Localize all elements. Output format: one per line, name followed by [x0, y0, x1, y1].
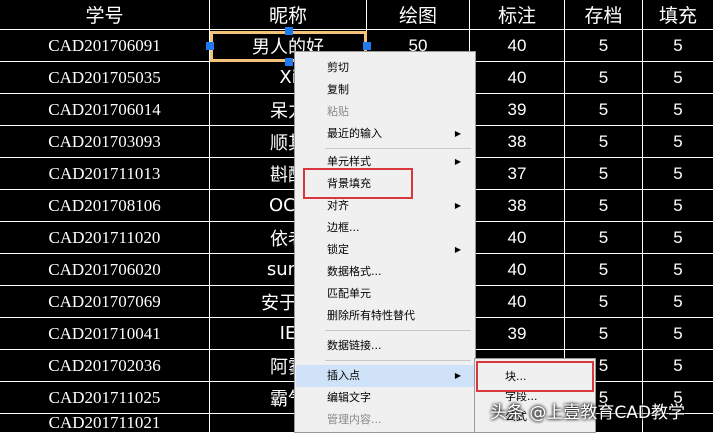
cell-fill[interactable]: 5 [643, 350, 714, 382]
cell-student-id[interactable]: CAD201706091 [0, 30, 210, 62]
menu-item[interactable]: 数据链接... [327, 336, 467, 356]
submenu-arrow-icon: ▶ [454, 201, 461, 210]
callout-block-item [476, 361, 594, 392]
menu-item[interactable]: 对齐 ▶ [327, 196, 467, 216]
menu-separator [325, 330, 471, 331]
cell-grip-bottom[interactable] [285, 58, 293, 66]
submenu-arrow-icon: ▶ [454, 371, 461, 380]
cell-archive[interactable]: 5 [565, 254, 643, 286]
header-annotation[interactable]: 标注 [470, 0, 565, 30]
cell-student-id[interactable]: CAD201706014 [0, 94, 210, 126]
menu-item-label: 锁定 [327, 243, 349, 256]
menu-item-label: 剪切 [327, 61, 349, 74]
cell-fill[interactable]: 5 [643, 222, 714, 254]
submenu-arrow-icon: ▶ [454, 245, 461, 254]
menu-item-label: 粘贴 [327, 105, 349, 118]
cell-student-id[interactable]: CAD201711020 [0, 222, 210, 254]
menu-item[interactable]: 粘贴 [327, 102, 467, 122]
cell-fill[interactable]: 5 [643, 286, 714, 318]
menu-item-label: 管理内容... [327, 413, 382, 426]
menu-item[interactable]: 复制 [327, 80, 467, 100]
menu-item[interactable]: 插入点 ▶ [327, 366, 467, 386]
cell-student-id[interactable]: CAD201708106 [0, 190, 210, 222]
watermark-text: 头条 @上壹教育CAD教学 [490, 403, 685, 423]
cell-annotation[interactable]: 38 [470, 126, 565, 158]
cell-grip-top[interactable] [285, 27, 293, 35]
menu-separator [325, 148, 471, 149]
menu-item-label: 编辑文字 [327, 391, 371, 404]
menu-item-label: 最近的输入 [327, 127, 382, 140]
header-archive[interactable]: 存档 [565, 0, 643, 30]
menu-item-label: 插入点 [327, 369, 360, 382]
menu-item-label: 边框... [327, 221, 360, 234]
cell-student-id[interactable]: CAD201703093 [0, 126, 210, 158]
cell-archive[interactable]: 5 [565, 126, 643, 158]
menu-item[interactable]: 删除所有特性替代 [327, 306, 467, 326]
menu-item[interactable]: 锁定 ▶ [327, 240, 467, 260]
cell-archive[interactable]: 5 [565, 318, 643, 350]
cell-annotation[interactable]: 39 [470, 318, 565, 350]
menu-item-label: 复制 [327, 83, 349, 96]
menu-item-label: 数据格式... [327, 265, 382, 278]
cell-fill[interactable]: 5 [643, 318, 714, 350]
cell-fill[interactable]: 5 [643, 30, 714, 62]
cell-annotation[interactable]: 40 [470, 62, 565, 94]
header-student-id[interactable]: 学号 [0, 0, 210, 30]
cell-archive[interactable]: 5 [565, 190, 643, 222]
cell-annotation[interactable]: 40 [470, 286, 565, 318]
cell-student-id[interactable]: CAD201707069 [0, 286, 210, 318]
cell-fill[interactable]: 5 [643, 158, 714, 190]
cell-fill[interactable]: 5 [643, 190, 714, 222]
cell-annotation[interactable]: 37 [470, 158, 565, 190]
menu-item[interactable]: 管理内容... [327, 410, 467, 430]
cell-archive[interactable]: 5 [565, 30, 643, 62]
header-drawing[interactable]: 绘图 [367, 0, 470, 30]
cell-grip-right[interactable] [363, 42, 371, 50]
menu-item[interactable]: 编辑文字 [327, 388, 467, 408]
menu-item[interactable]: 剪切 [327, 58, 467, 78]
menu-item[interactable]: 最近的输入 ▶ [327, 124, 467, 144]
header-fill[interactable]: 填充 [643, 0, 714, 30]
menu-item-label: 删除所有特性替代 [327, 309, 415, 322]
context-menu: 剪切 复制 粘贴 最近的输入 ▶ 单元样式 ▶ 背景填充 对齐 ▶ 边框... 锁定 ▶ 数据格式... 匹… [294, 51, 476, 433]
cell-student-id[interactable]: CAD201711013 [0, 158, 210, 190]
cell-annotation[interactable]: 40 [470, 30, 565, 62]
menu-item[interactable]: 边框... [327, 218, 467, 238]
cell-fill[interactable]: 5 [643, 62, 714, 94]
cell-annotation[interactable]: 40 [470, 254, 565, 286]
menu-item[interactable]: 数据格式... [327, 262, 467, 282]
submenu-arrow-icon: ▶ [454, 129, 461, 138]
menu-item-label: 对齐 [327, 199, 349, 212]
submenu-arrow-icon: ▶ [454, 157, 461, 166]
cell-archive[interactable]: 5 [565, 62, 643, 94]
cell-archive[interactable]: 5 [565, 94, 643, 126]
cell-fill[interactable]: 5 [643, 94, 714, 126]
cell-fill[interactable]: 5 [643, 254, 714, 286]
cell-student-id[interactable]: CAD201706020 [0, 254, 210, 286]
cell-archive[interactable]: 5 [565, 222, 643, 254]
menu-separator [325, 360, 471, 361]
cell-student-id[interactable]: CAD201702036 [0, 350, 210, 382]
cell-archive[interactable]: 5 [565, 158, 643, 190]
cell-annotation[interactable]: 38 [470, 190, 565, 222]
cell-annotation[interactable]: 39 [470, 94, 565, 126]
callout-background-fill [303, 168, 413, 199]
cell-student-id[interactable]: CAD201710041 [0, 318, 210, 350]
menu-item-label: 数据链接... [327, 339, 382, 352]
menu-item-label: 匹配单元 [327, 287, 371, 300]
cell-fill[interactable]: 5 [643, 126, 714, 158]
cell-archive[interactable]: 5 [565, 286, 643, 318]
cell-annotation[interactable]: 40 [470, 222, 565, 254]
cell-student-id[interactable]: CAD201705035 [0, 62, 210, 94]
cell-grip-left[interactable] [206, 42, 214, 50]
cell-student-id[interactable]: CAD201711021 [0, 414, 210, 433]
cell-student-id[interactable]: CAD201711025 [0, 382, 210, 414]
header-nickname[interactable]: 昵称 [210, 0, 367, 30]
menu-item-label: 单元样式 [327, 155, 371, 168]
menu-item[interactable]: 匹配单元 [327, 284, 467, 304]
